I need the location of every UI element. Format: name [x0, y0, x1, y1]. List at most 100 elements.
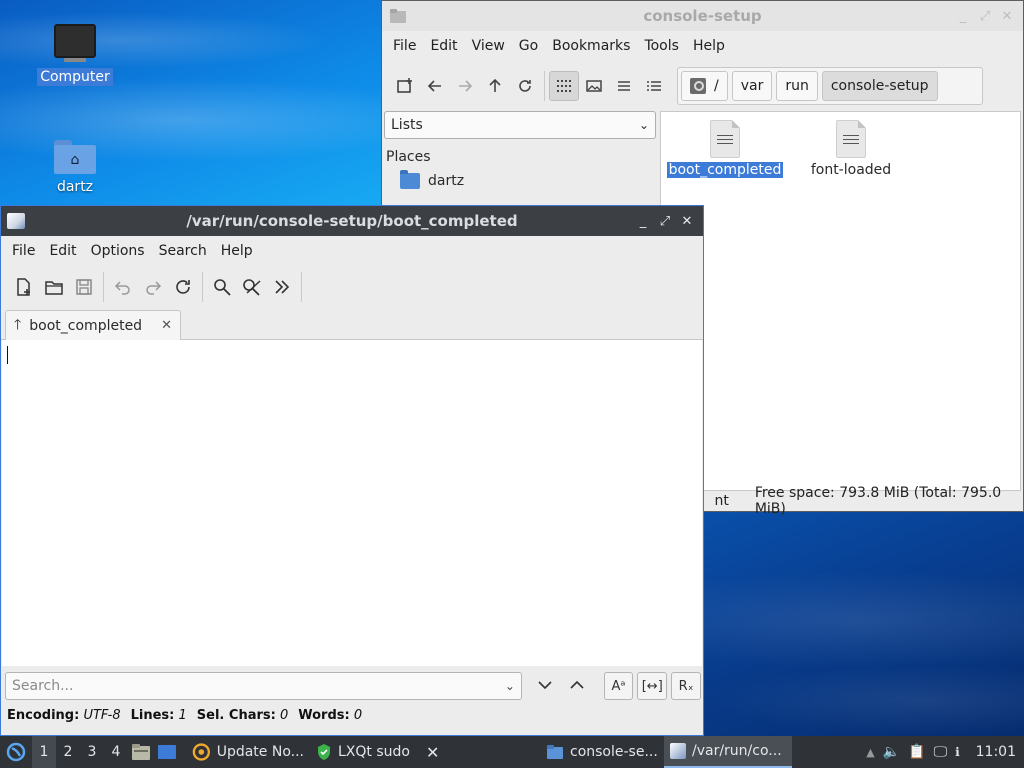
task-label: LXQt sudo: [338, 744, 410, 760]
path-crumb-console-setup[interactable]: console-setup: [821, 71, 938, 101]
path-crumb-run[interactable]: run: [776, 71, 818, 101]
maximize-button[interactable]: ⤢: [657, 213, 673, 229]
file-item[interactable]: font-loaded: [791, 120, 911, 178]
menu-edit[interactable]: Edit: [42, 243, 83, 259]
clock[interactable]: 11:01: [976, 744, 1016, 760]
path-crumb-root[interactable]: /: [681, 71, 728, 101]
editor-toolbar: [1, 266, 703, 308]
root-drive-icon: [690, 78, 706, 94]
file-manager-titlebar[interactable]: console-setup _ ⤢ ✕: [382, 1, 1023, 31]
menu-tools[interactable]: Tools: [637, 38, 686, 54]
task-terminal[interactable]: ✕: [420, 736, 460, 768]
tab-close-icon[interactable]: ✕: [161, 318, 172, 333]
menu-file[interactable]: File: [386, 38, 423, 54]
menu-bookmarks[interactable]: Bookmarks: [545, 38, 637, 54]
back-button[interactable]: [420, 71, 450, 101]
toolbar-separator: [544, 71, 545, 101]
menu-view[interactable]: View: [465, 38, 512, 54]
quicklaunch-file-manager[interactable]: [128, 736, 154, 768]
new-file-icon: [17, 278, 30, 296]
detailed-list-icon: [647, 81, 661, 91]
search-input[interactable]: Search... ⌄: [5, 672, 522, 700]
menu-go[interactable]: Go: [512, 38, 545, 54]
start-menu-button[interactable]: [0, 736, 32, 768]
redo-button[interactable]: [138, 272, 168, 302]
minimize-button[interactable]: _: [635, 213, 651, 229]
file-manager-icon: [132, 744, 150, 760]
editor-titlebar[interactable]: /var/run/console-setup/boot_completed _ …: [1, 206, 703, 236]
compact-view-button[interactable]: [609, 71, 639, 101]
regex-button[interactable]: Rₓ: [671, 672, 701, 700]
notification-icon[interactable]: ℹ: [955, 745, 960, 759]
replace-button[interactable]: [237, 272, 267, 302]
menu-search[interactable]: Search: [152, 243, 214, 259]
menu-help[interactable]: Help: [686, 38, 732, 54]
new-document-button[interactable]: [9, 272, 39, 302]
toolbar-separator: [301, 272, 302, 302]
desktop-switch-1[interactable]: 1: [32, 736, 56, 768]
forward-button[interactable]: [450, 71, 480, 101]
files-view[interactable]: boot_completed font-loaded: [660, 111, 1021, 491]
task-editor[interactable]: /var/run/co...: [664, 736, 792, 768]
find-next-button[interactable]: [530, 678, 560, 694]
find-replace-icon: [243, 279, 261, 296]
maximize-button[interactable]: ⤢: [977, 8, 993, 24]
reload-button[interactable]: [510, 71, 540, 101]
menu-help[interactable]: Help: [214, 243, 260, 259]
side-pane-mode-select[interactable]: Lists ⌄: [384, 111, 656, 139]
tab-boot-completed[interactable]: 🡑 boot_completed ✕: [5, 310, 181, 340]
file-name: font-loaded: [810, 162, 892, 178]
menu-edit[interactable]: Edit: [423, 38, 464, 54]
new-tab-button[interactable]: [390, 71, 420, 101]
whole-word-button[interactable]: [↔]: [637, 672, 668, 700]
desktop-switch-2[interactable]: 2: [56, 736, 80, 768]
find-button[interactable]: [207, 272, 237, 302]
redo-icon: [146, 281, 162, 295]
search-placeholder: Search...: [12, 678, 74, 694]
detailed-view-button[interactable]: [639, 71, 669, 101]
volume-icon[interactable]: 🔈: [883, 744, 900, 760]
open-button[interactable]: [39, 272, 69, 302]
desktop-switch-3[interactable]: 3: [80, 736, 104, 768]
match-case-button[interactable]: Aᵃ: [603, 672, 634, 700]
arrow-up-icon: 🡑: [14, 316, 22, 333]
toolbar-separator: [202, 272, 203, 302]
tray-scroll-up-icon[interactable]: ▲: [866, 746, 874, 759]
place-item-home[interactable]: dartz: [400, 170, 658, 189]
quicklaunch-show-desktop[interactable]: [154, 736, 180, 768]
text-editor-area[interactable]: [2, 340, 702, 666]
undo-button[interactable]: [108, 272, 138, 302]
regex-icon: Rₓ: [678, 678, 694, 694]
menu-options[interactable]: Options: [84, 243, 152, 259]
network-icon[interactable]: 🖵: [934, 744, 948, 760]
task-lxqt-sudo[interactable]: LXQt sudo: [310, 736, 420, 768]
icon-view-button[interactable]: [549, 71, 579, 101]
find-previous-button[interactable]: [562, 678, 592, 694]
task-console-setup[interactable]: console-se...: [540, 736, 664, 768]
file-item[interactable]: boot_completed: [665, 120, 785, 178]
computer-icon: [54, 24, 96, 62]
file-manager-toolbar: / var run console-setup: [382, 61, 1023, 111]
status-selected-chars: Sel. Chars: 0: [196, 708, 289, 723]
menu-file[interactable]: File: [5, 243, 42, 259]
up-button[interactable]: [480, 71, 510, 101]
status-lines: Lines: 1: [130, 708, 187, 723]
side-pane: Lists ⌄ Places dartz: [384, 111, 658, 211]
chevron-down-icon[interactable]: ⌄: [505, 679, 515, 693]
close-button[interactable]: ✕: [999, 8, 1015, 24]
reload-button[interactable]: [168, 272, 198, 302]
desktop-icon-home[interactable]: ⌂ dartz: [30, 140, 120, 196]
go-to-line-button[interactable]: [267, 272, 297, 302]
clipboard-icon[interactable]: 📋: [908, 744, 925, 760]
thumbnail-view-button[interactable]: [579, 71, 609, 101]
desktop-switch-4[interactable]: 4: [104, 736, 128, 768]
reload-icon: [519, 80, 531, 92]
task-update-notifier[interactable]: Update No...: [186, 736, 310, 768]
minimize-button[interactable]: _: [955, 8, 971, 24]
desktop-icon-computer[interactable]: Computer: [30, 24, 120, 86]
close-button[interactable]: ✕: [679, 213, 695, 229]
places-heading: Places: [386, 149, 431, 165]
path-crumb-var[interactable]: var: [731, 71, 773, 101]
save-button[interactable]: [69, 272, 99, 302]
task-label: Update No...: [216, 744, 304, 760]
